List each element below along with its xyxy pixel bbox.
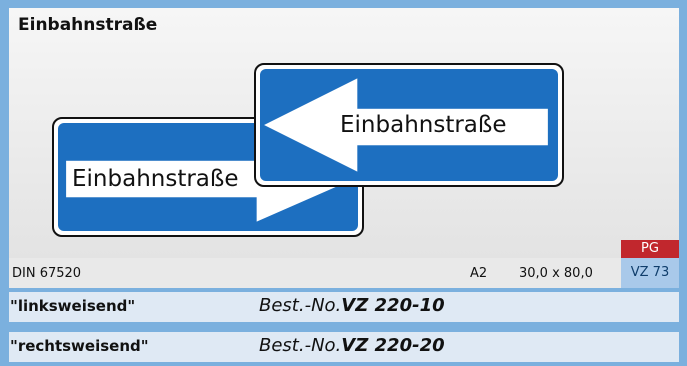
- list-item[interactable]: "linksweisend" Best.-No.VZ 220-10: [9, 290, 679, 322]
- variant-label: "linksweisend": [10, 297, 136, 315]
- sign-face: Einbahnstraße: [260, 69, 558, 181]
- sign-front-text: Einbahnstraße: [340, 112, 507, 138]
- sign-linksweisend: Einbahnstraße: [254, 63, 564, 187]
- list-item[interactable]: "rechtsweisend" Best.-No.VZ 220-20: [9, 330, 679, 362]
- vz-code: VZ 73: [621, 258, 679, 288]
- spec-row: DIN 67520 A2 30,0 x 80,0 VZ 73: [9, 258, 679, 288]
- pg-badge: PG: [621, 240, 679, 258]
- din-standard: DIN 67520: [12, 266, 82, 281]
- dimensions: 30,0 x 80,0: [519, 266, 593, 281]
- sign-frame: Einbahnstraße: [254, 63, 564, 187]
- sign-back-text: Einbahnstraße: [72, 166, 239, 192]
- variant-label: "rechtsweisend": [10, 337, 149, 355]
- size-class: A2: [470, 266, 488, 281]
- order-number[interactable]: Best.-No.VZ 220-10: [259, 295, 445, 316]
- order-number[interactable]: Best.-No.VZ 220-20: [259, 335, 445, 356]
- page-title: Einbahnstraße: [18, 15, 158, 35]
